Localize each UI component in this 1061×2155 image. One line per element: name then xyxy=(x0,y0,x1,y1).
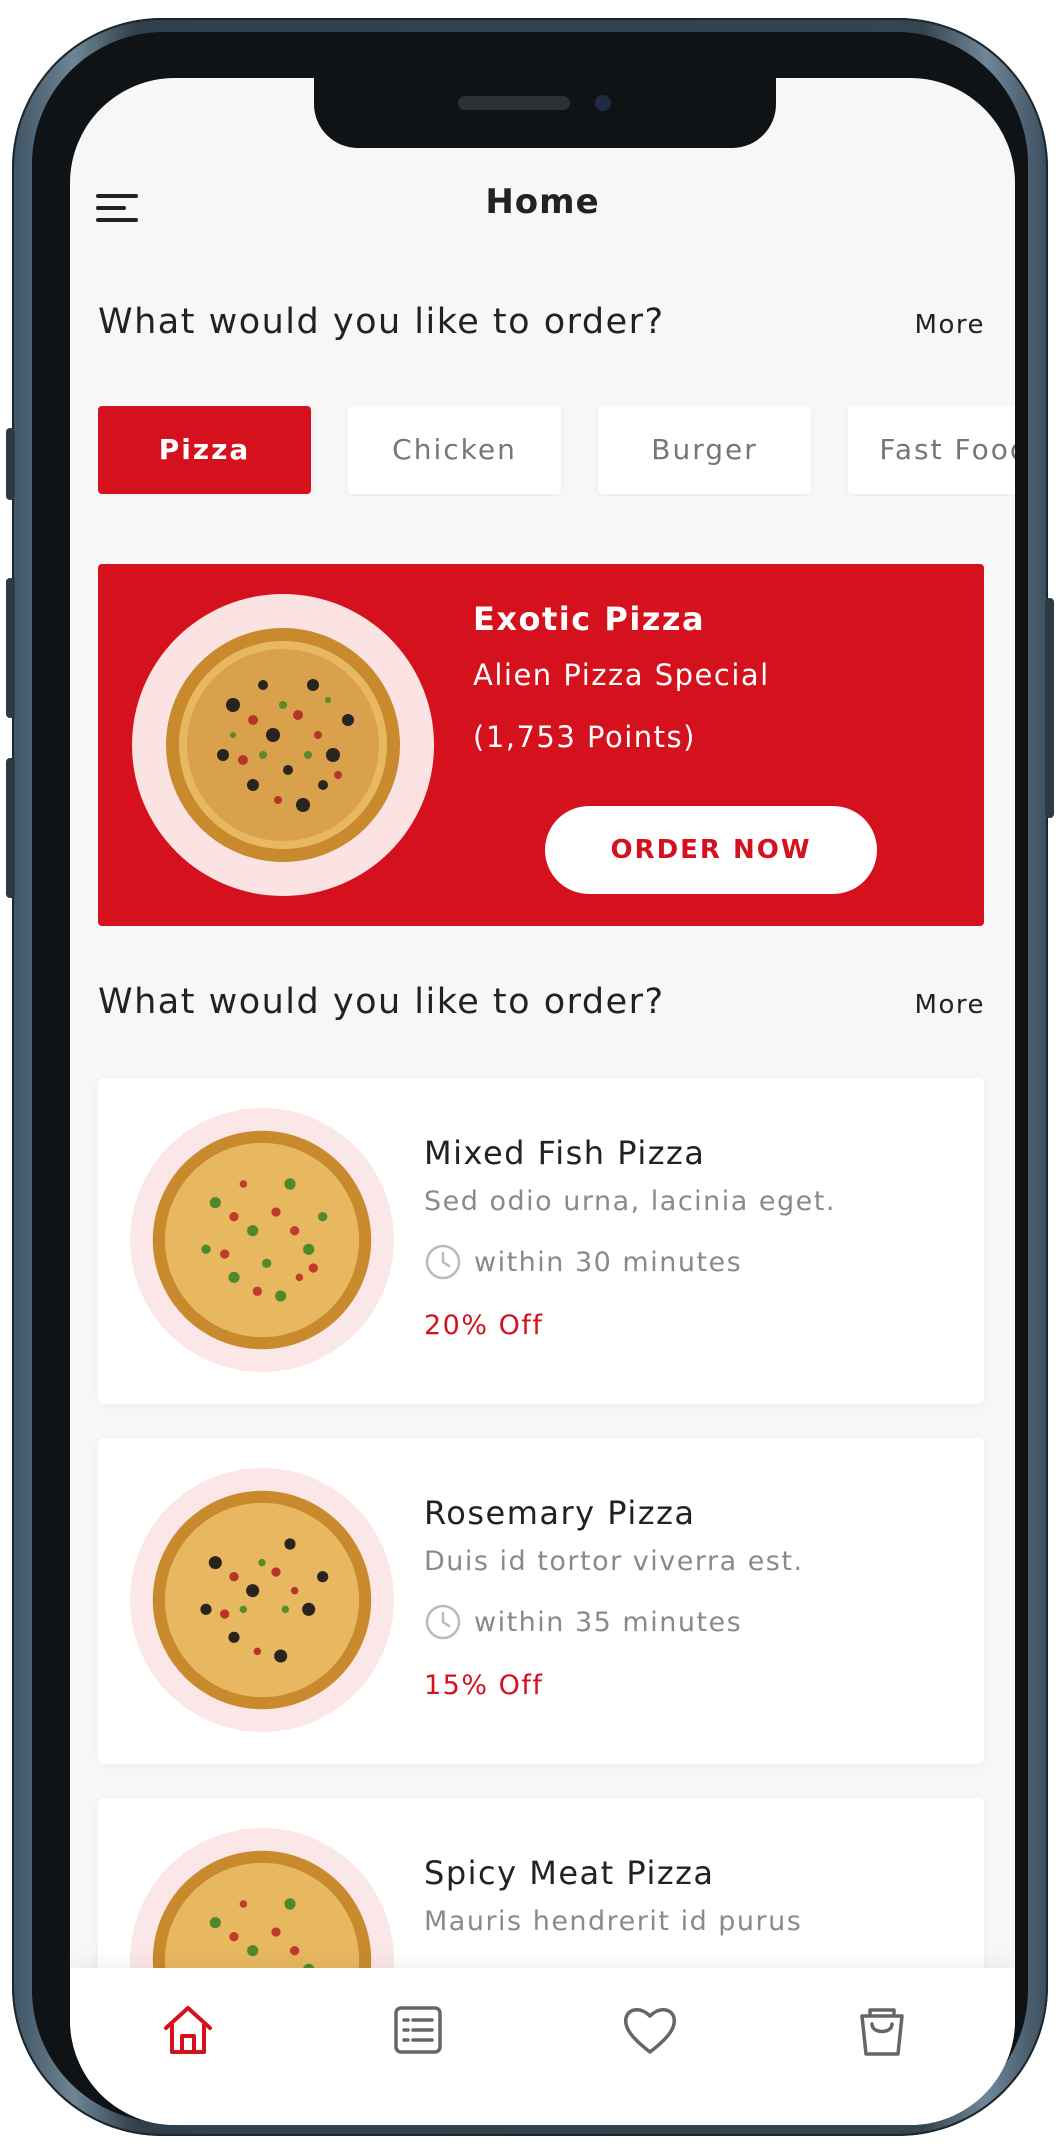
tab-pizza[interactable]: Pizza xyxy=(98,406,311,494)
app-screen: Home What would you like to order? More … xyxy=(70,78,1015,2125)
tab-fast-food[interactable]: Fast Food xyxy=(848,406,1015,494)
item-plate xyxy=(130,1108,394,1372)
banner-title: Exotic Pizza xyxy=(473,600,706,638)
item-delivery-time: within 30 minutes xyxy=(424,1242,742,1282)
item-delivery-time: within 35 minutes xyxy=(424,1602,742,1642)
list-item[interactable]: Rosemary Pizza Duis id tortor viverra es… xyxy=(98,1438,984,1764)
phone-power-button xyxy=(1045,598,1054,818)
menu-list-icon[interactable] xyxy=(388,2000,448,2060)
item-discount: 20% Off xyxy=(424,1310,544,1341)
item-time-text: within 30 minutes xyxy=(474,1246,743,1278)
clock-icon xyxy=(425,1244,461,1280)
promo-banner[interactable]: Exotic Pizza Alien Pizza Special (1,753 … xyxy=(98,564,984,926)
phone-volume-up-button xyxy=(6,578,15,718)
home-icon[interactable] xyxy=(158,2000,218,2060)
page-title: Home xyxy=(485,182,600,222)
tab-burger[interactable]: Burger xyxy=(598,406,811,494)
item-description: Sed odio urna, lacinia eget. xyxy=(424,1186,836,1217)
item-plate xyxy=(130,1468,394,1732)
item-name: Spicy Meat Pizza xyxy=(424,1854,715,1892)
item-discount: 15% Off xyxy=(424,1670,544,1701)
list-item[interactable]: Mixed Fish Pizza Sed odio urna, lacinia … xyxy=(98,1078,984,1404)
category-tabs: Pizza Chicken Burger Fast Food xyxy=(98,406,1015,496)
phone-volume-down-button xyxy=(6,758,15,898)
pizza-image xyxy=(152,1130,372,1350)
phone-frame: Home What would you like to order? More … xyxy=(6,18,1054,2136)
section-title-categories: What would you like to order? xyxy=(98,302,665,342)
section-title-items: What would you like to order? xyxy=(98,982,665,1022)
order-now-button[interactable]: ORDER NOW xyxy=(545,806,877,894)
banner-plate xyxy=(132,594,434,896)
tab-chicken[interactable]: Chicken xyxy=(348,406,561,494)
bottom-navigation xyxy=(70,1968,1015,2125)
item-time-text: within 35 minutes xyxy=(474,1606,743,1638)
more-items-link[interactable]: More xyxy=(915,990,985,1020)
heart-icon[interactable] xyxy=(620,2000,680,2060)
pizza-image xyxy=(166,628,400,862)
item-name: Mixed Fish Pizza xyxy=(424,1134,706,1172)
pizza-image xyxy=(152,1490,372,1710)
phone-bezel: Home What would you like to order? More … xyxy=(32,32,1028,2125)
shopping-bag-icon[interactable] xyxy=(852,2000,912,2060)
item-description: Duis id tortor viverra est. xyxy=(424,1546,804,1577)
banner-points: (1,753 Points) xyxy=(473,720,696,754)
phone-side-button xyxy=(6,428,15,500)
item-description: Mauris hendrerit id purus xyxy=(424,1906,803,1937)
phone-notch xyxy=(314,78,776,148)
clock-icon xyxy=(425,1604,461,1640)
banner-subtitle: Alien Pizza Special xyxy=(473,658,770,692)
more-categories-link[interactable]: More xyxy=(915,310,985,340)
item-name: Rosemary Pizza xyxy=(424,1494,696,1532)
